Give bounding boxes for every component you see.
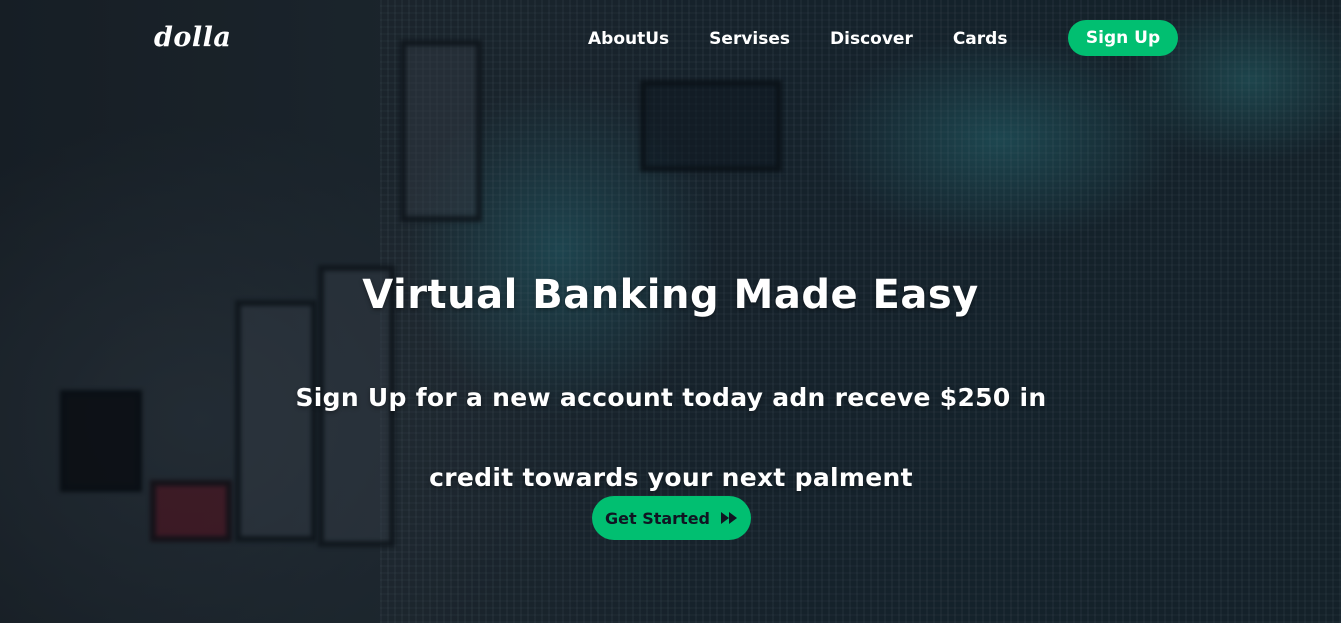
sign-up-button[interactable]: Sign Up: [1068, 20, 1178, 56]
navbar: dolla AboutUs Servises Discover Cards Si…: [0, 0, 1341, 80]
nav-link-discover[interactable]: Discover: [830, 29, 913, 49]
hero-title: Virtual Banking Made Easy: [362, 272, 979, 318]
hero-content: Virtual Banking Made Easy Sign Up for a …: [0, 0, 1341, 623]
nav-menu: AboutUs Servises Discover Cards: [588, 29, 1007, 49]
brand-logo[interactable]: dolla: [154, 22, 231, 53]
hero-subtitle: Sign Up for a new account today adn rece…: [295, 383, 1047, 492]
nav-link-servises[interactable]: Servises: [709, 29, 790, 49]
get-started-label: Get Started: [604, 508, 710, 528]
hero-section: dolla AboutUs Servises Discover Cards Si…: [0, 0, 1341, 623]
fast-forward-icon: [720, 511, 738, 525]
nav-link-cards[interactable]: Cards: [953, 29, 1008, 49]
get-started-button[interactable]: Get Started: [592, 496, 751, 540]
nav-link-aboutus[interactable]: AboutUs: [588, 29, 669, 49]
